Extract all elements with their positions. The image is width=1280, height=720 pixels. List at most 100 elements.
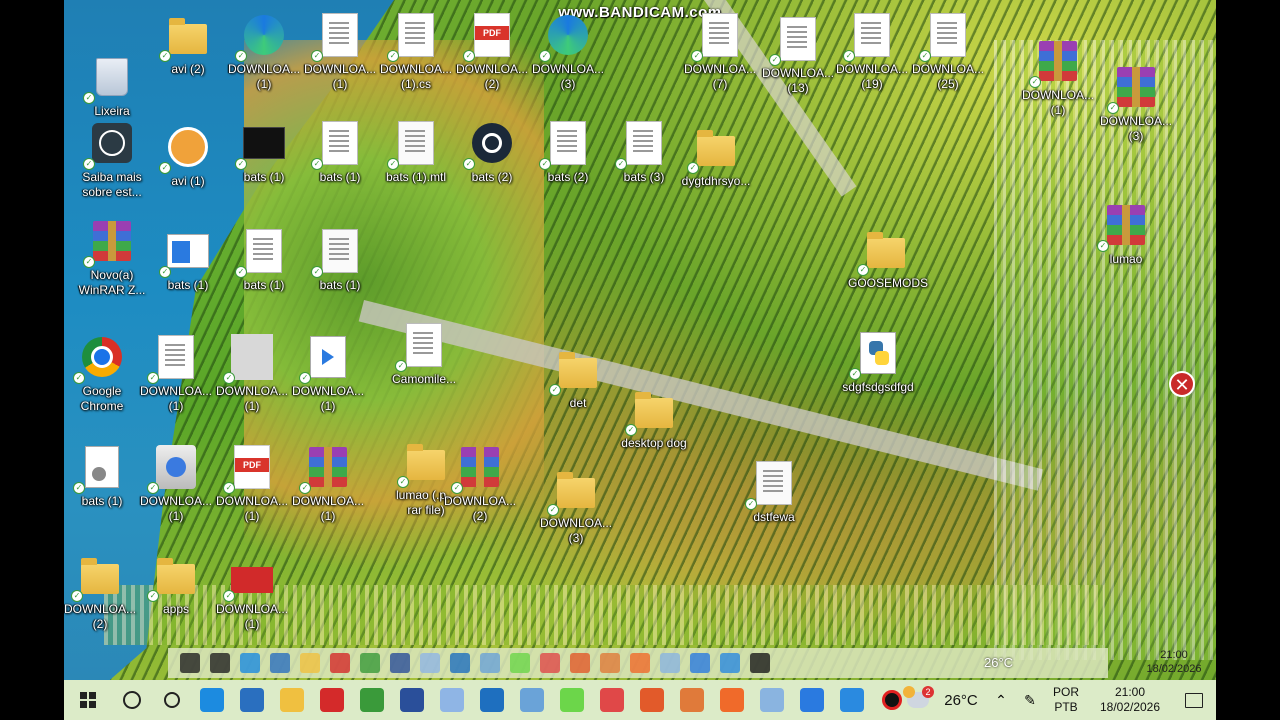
notifications-icon[interactable] — [1172, 680, 1216, 720]
clock-date: 18/02/2026 — [1099, 700, 1161, 714]
file-explorer-button[interactable] — [272, 680, 312, 720]
desktop-icon[interactable]: ✓ bats (1) — [226, 116, 302, 216]
store-icon — [240, 688, 264, 712]
terminal-icon — [243, 127, 285, 159]
chevron-up-icon[interactable]: ⌃ — [986, 680, 1016, 720]
desktop-icon[interactable]: ✓ DOWNLOA... (13) — [760, 12, 836, 112]
desktop-icon-label: lumao — [1109, 252, 1143, 266]
desktop-icon[interactable]: ✓ sdgfsdgsdfgd — [840, 326, 916, 426]
desktop-icon[interactable]: ✓ Camomile... — [386, 318, 462, 418]
desktop-icon[interactable]: ✓ bats (1) — [302, 116, 378, 216]
desktop-icon[interactable]: ✓ dstfewa — [736, 456, 812, 556]
desktop-icon[interactable]: ✓ DOWNLOA... (1).cs — [378, 8, 454, 108]
desktop-icon[interactable]: ✓ DOWNLOA... (3) — [530, 8, 606, 108]
desktop-icon-label: DOWNLOA... (1) — [139, 494, 212, 523]
sync-check-icon: ✓ — [83, 92, 95, 104]
chrome-button[interactable] — [352, 680, 392, 720]
folder-icon — [867, 232, 905, 268]
desktop-icon[interactable]: ✓ DOWNLOA... (2) — [442, 440, 518, 540]
search-button[interactable] — [112, 680, 152, 720]
desktop-icon[interactable]: ✓ DOWNLOA... (1) — [290, 440, 366, 540]
desktop-icon[interactable]: ✓ GOOSEMODS — [848, 222, 928, 322]
clock[interactable]: 21:00 18/02/2026 — [1088, 685, 1172, 715]
desktop-icon[interactable]: ✓ DOWNLOA... (1) — [1020, 34, 1096, 134]
pen-icon[interactable]: ✎ — [1016, 680, 1044, 720]
folder-icon — [81, 558, 119, 594]
powershell-button[interactable] — [392, 680, 432, 720]
desktop-icon[interactable]: ✓ bats (3) — [606, 116, 682, 216]
desktop-icon-label: DOWNLOA... (1).cs — [379, 62, 452, 91]
document-icon — [406, 323, 442, 367]
desktop-icon[interactable]: ✓ bats (1) — [150, 224, 226, 324]
start-button[interactable] — [64, 680, 112, 720]
desktop-icon[interactable]: ✓ bats (1) — [64, 440, 140, 540]
sync-check-icon: ✓ — [311, 266, 323, 278]
desktop-icon[interactable]: ✓ bats (1) — [302, 224, 378, 324]
desktop-icon[interactable]: ✓ bats (2) — [454, 116, 530, 216]
ghost-store-icon — [270, 653, 290, 673]
avast-button[interactable] — [712, 680, 752, 720]
whiteboard-button[interactable] — [832, 680, 872, 720]
desktop-icon[interactable]: ✓ avi (2) — [150, 8, 226, 108]
desktop-icon[interactable]: ✓ DOWNLOA... (1) — [214, 330, 290, 430]
desktop-icon[interactable]: ✓ DOWNLOA... (1) — [290, 330, 366, 430]
desktop-icon[interactable]: ✓ DOWNLOA... (25) — [910, 8, 986, 108]
roblox-button[interactable] — [592, 680, 632, 720]
desktop-icon-label: Novo(a) WinRAR Z... — [78, 268, 146, 297]
desktop-icon[interactable]: ✓ DOWNLOA... (1) — [138, 330, 214, 430]
store-button[interactable] — [232, 680, 272, 720]
close-icon[interactable]: ✕ — [1169, 371, 1195, 397]
winrar-icon — [93, 221, 131, 261]
desktop-icon[interactable]: ✓ desktop dog — [616, 382, 692, 482]
edge-button[interactable] — [192, 680, 232, 720]
anki-icon — [168, 127, 208, 167]
desktop-icon[interactable]: ✓ Google Chrome — [64, 330, 140, 430]
ghost-edge-icon — [240, 653, 260, 673]
desktop-icon[interactable]: PDF ✓ DOWNLOA... (2) — [454, 8, 530, 108]
desktop-icon-label: DOWNLOA... (3) — [1099, 114, 1172, 143]
desktop-icon[interactable]: PDF ✓ DOWNLOA... (1) — [214, 440, 290, 540]
desktop-icon[interactable]: ✓ DOWNLOA... (1) — [226, 8, 302, 108]
language-indicator[interactable]: POR PTB — [1044, 685, 1088, 715]
sync-check-icon: ✓ — [397, 476, 409, 488]
desktop[interactable]: www.BANDICAM.com ✓ avi (2) ✓ DOWNLOA... (1)… — [64, 0, 1216, 720]
desktop-icon[interactable]: ✓ DOWNLOA... (1) — [302, 8, 378, 108]
desktop-icon[interactable]: ✓ DOWNLOA... (1) — [138, 440, 214, 540]
ghost-temperature: 26°C — [984, 655, 1014, 670]
desktop-icon[interactable]: ✓ avi (1) — [150, 120, 226, 220]
weather-widget[interactable]: 2 — [900, 680, 936, 720]
desktop-icon[interactable]: ✓ bats (2) — [530, 116, 606, 216]
desktop-icon[interactable]: ✓ DOWNLOA... (1) — [214, 548, 290, 648]
messenger-button[interactable] — [792, 680, 832, 720]
desktop-icon-label: DOWNLOA... (1) — [303, 62, 376, 91]
photos-button[interactable] — [512, 680, 552, 720]
sync-check-icon: ✓ — [539, 158, 551, 170]
vscode-button[interactable] — [472, 680, 512, 720]
temperature[interactable]: 26°C — [936, 693, 986, 708]
edge-icon — [200, 688, 224, 712]
gdrive-button[interactable] — [752, 680, 792, 720]
desktop-icon[interactable]: ✓ apps — [138, 548, 214, 648]
notepad-button[interactable] — [432, 680, 472, 720]
desktop-icon[interactable]: ✓ DOWNLOA... (7) — [682, 8, 758, 108]
desktop-icon-label: DOWNLOA... (2) — [443, 494, 516, 523]
green-app-button[interactable] — [552, 680, 592, 720]
document-icon — [930, 13, 966, 57]
opera-button[interactable] — [312, 680, 352, 720]
task-view-button[interactable] — [152, 680, 192, 720]
desktop-icon[interactable]: ✓ Saiba mais sobre est... — [74, 116, 150, 216]
desktop-icon[interactable]: ✓ Novo(a) WinRAR Z... — [74, 214, 150, 314]
desktop-icon[interactable]: ✓ bats (1) — [226, 224, 302, 324]
desktop-icon-label: apps — [162, 602, 190, 616]
desktop-icon[interactable]: ✓ DOWNLOA... (19) — [834, 8, 910, 108]
desktop-icon[interactable]: ✓ det — [540, 342, 616, 442]
desktop-icon[interactable]: ✓ lumao — [1088, 198, 1164, 298]
red-app-button[interactable] — [672, 680, 712, 720]
brave-button[interactable] — [632, 680, 672, 720]
desktop-icon[interactable]: ✓ DOWNLOA... (3) — [1098, 60, 1174, 160]
desktop-icon[interactable]: ✓ DOWNLOA... (2) — [64, 548, 138, 648]
desktop-icon[interactable]: ✓ dygtdhrsyo... — [678, 120, 754, 220]
desktop-icon[interactable]: ✓ bats (1).mtl — [378, 116, 454, 216]
desktop-icon[interactable]: ✓ DOWNLOA... (3) — [538, 462, 614, 562]
sync-check-icon: ✓ — [299, 482, 311, 494]
